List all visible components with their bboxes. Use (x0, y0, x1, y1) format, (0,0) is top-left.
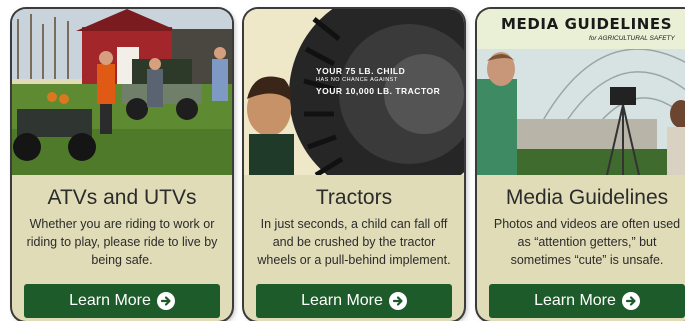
learn-more-label: Learn More (69, 292, 151, 309)
arrow-right-circle-icon (388, 292, 407, 310)
image-caption-line2: HAS NO CHANCE AGAINST (316, 77, 398, 83)
card-description: Whether you are riding to work or riding… (26, 217, 218, 267)
learn-more-button[interactable]: Learn More (256, 284, 452, 318)
learn-more-label: Learn More (301, 292, 383, 309)
atv-utv-photo[interactable] (12, 9, 232, 175)
banner-subtitle: for AGRICULTURAL SAFETY (589, 35, 675, 42)
image-caption-line1: YOUR 75 LB. CHILD (316, 66, 406, 76)
arrow-right-circle-icon (621, 292, 640, 310)
tractors-photo[interactable]: YOUR 75 LB. CHILD HAS NO CHANCE AGAINST … (244, 9, 464, 175)
arrow-right-circle-icon (156, 292, 175, 310)
banner-title: MEDIA GUIDELINES (501, 15, 673, 33)
card-title: ATVs and UTVs (47, 186, 197, 209)
card-description: In just seconds, a child can fall off an… (257, 217, 451, 267)
card-description: Photos and videos are often used as “att… (493, 217, 681, 267)
media-guidelines-photo[interactable]: MEDIA GUIDELINES for AGRICULTURAL SAFETY (477, 9, 685, 175)
atv-utv-card[interactable]: ATVs and UTVs Whether you are riding to … (12, 9, 232, 321)
card-title: Tractors (315, 186, 393, 209)
image-caption-line3: YOUR 10,000 LB. TRACTOR (316, 86, 441, 96)
learn-more-button[interactable]: Learn More (489, 284, 685, 318)
card-title: Media Guidelines (505, 186, 669, 209)
learn-more-label: Learn More (534, 292, 616, 309)
tractors-card[interactable]: YOUR 75 LB. CHILD HAS NO CHANCE AGAINST … (244, 9, 464, 321)
media-guidelines-card[interactable]: MEDIA GUIDELINES for AGRICULTURAL SAFETY… (477, 9, 685, 321)
learn-more-button[interactable]: Learn More (24, 284, 220, 318)
media-guidelines-banner: MEDIA GUIDELINES for AGRICULTURAL SAFETY (477, 9, 685, 49)
